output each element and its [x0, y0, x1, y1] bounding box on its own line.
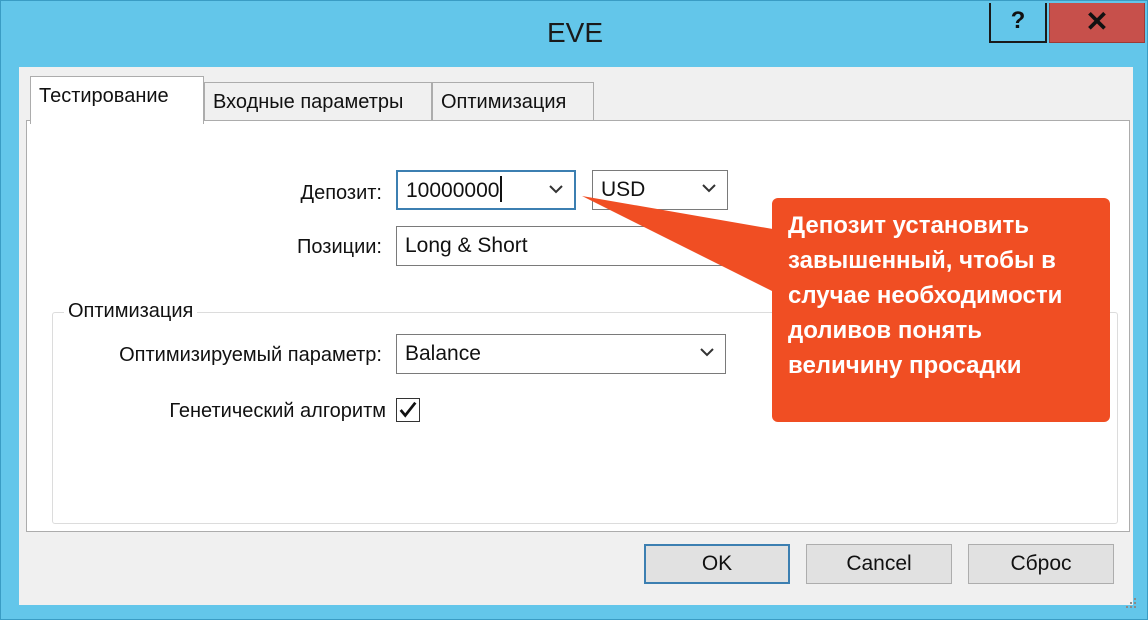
window-title: EVE — [546, 17, 604, 48]
help-button[interactable]: ? — [989, 3, 1047, 43]
chevron-down-icon — [549, 185, 563, 194]
currency-select[interactable]: USD — [592, 170, 728, 210]
positions-select[interactable]: Long & Short — [396, 226, 726, 266]
close-icon: ✕ — [1085, 6, 1109, 37]
deposit-label: Депозит: — [300, 182, 382, 204]
reset-button[interactable]: Сброс — [968, 544, 1114, 584]
close-button[interactable]: ✕ — [1049, 3, 1145, 43]
optimized-parameter-value: Balance — [405, 342, 481, 365]
genetic-algorithm-checkbox[interactable] — [396, 398, 420, 422]
annotation-callout: Депозит установить завышенный, чтобы в с… — [772, 198, 1110, 422]
cancel-button[interactable]: Cancel — [806, 544, 952, 584]
tab-optimization[interactable]: Оптимизация — [432, 82, 594, 122]
genetic-algorithm-label: Генетический алгоритм — [169, 400, 386, 422]
optimization-group-title: Оптимизация — [64, 300, 198, 323]
title-bar[interactable]: EVE ? ✕ — [1, 1, 1148, 67]
chevron-down-icon — [700, 348, 714, 357]
chevron-down-icon — [702, 184, 716, 193]
optimized-parameter-label: Оптимизируемый параметр: — [119, 344, 382, 366]
ok-button[interactable]: OK — [644, 544, 790, 584]
deposit-value: 10000000 — [406, 179, 500, 202]
optimized-parameter-select[interactable]: Balance — [396, 334, 726, 374]
currency-value: USD — [601, 178, 646, 201]
checkmark-icon — [399, 401, 417, 418]
resize-grip-icon[interactable] — [1122, 594, 1138, 610]
deposit-combobox[interactable]: 10000000 — [396, 170, 576, 210]
positions-value: Long & Short — [405, 234, 528, 257]
text-caret — [500, 176, 503, 203]
tab-input-parameters[interactable]: Входные параметры — [204, 82, 432, 122]
positions-label: Позиции: — [297, 236, 382, 258]
tab-testing[interactable]: Тестирование — [30, 76, 204, 124]
